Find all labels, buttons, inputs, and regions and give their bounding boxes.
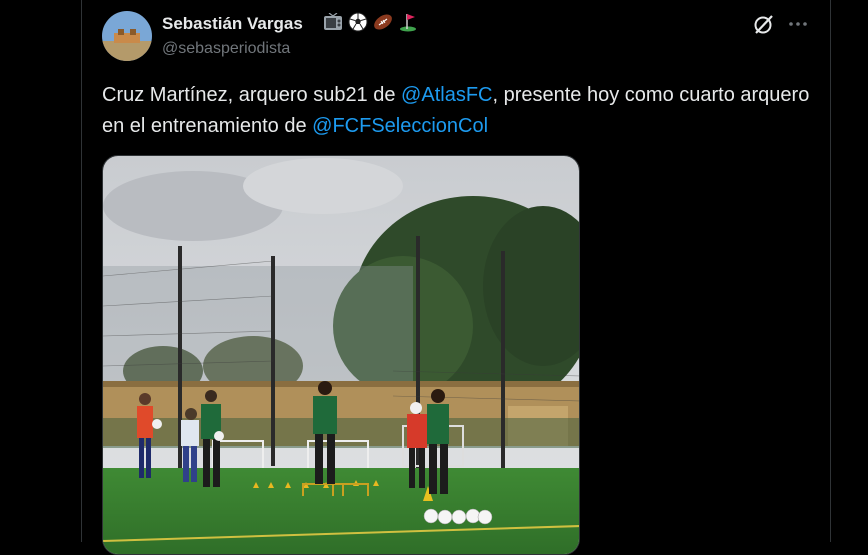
author-name[interactable]: Sebastián Vargas — [162, 14, 303, 34]
author-badges — [322, 11, 419, 33]
timeline-border-right — [830, 0, 831, 542]
tweet-text-part: Cruz Martínez, arquero sub21 de — [102, 84, 402, 106]
mention-fcfseleccioncol[interactable]: @FCFSeleccionCol — [312, 115, 488, 137]
tweet-photo[interactable] — [102, 155, 580, 555]
tweet-text: Cruz Martínez, arquero sub21 de @AtlasFC… — [102, 80, 812, 142]
american-football-icon — [372, 11, 394, 33]
golf-flag-icon — [397, 11, 419, 33]
mention-atlasfc[interactable]: @AtlasFC — [401, 84, 492, 106]
grok-icon[interactable] — [752, 12, 776, 36]
tv-icon — [322, 11, 344, 33]
avatar[interactable] — [102, 11, 152, 61]
soccer-ball-icon — [347, 11, 369, 33]
author-handle[interactable]: @sebasperiodista — [162, 40, 290, 58]
timeline-border-left — [81, 0, 82, 542]
more-icon[interactable] — [786, 12, 810, 36]
